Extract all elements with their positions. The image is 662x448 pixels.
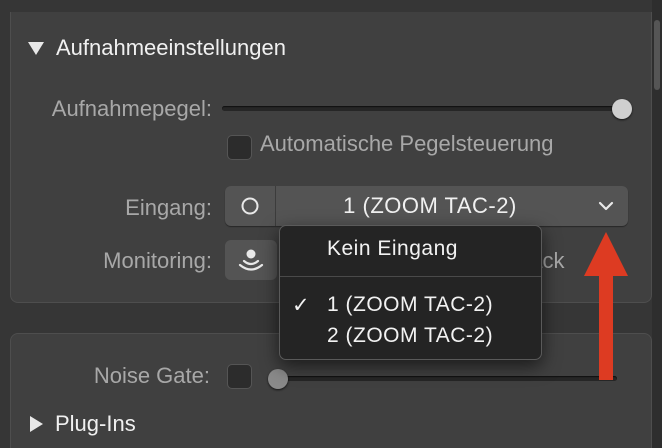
plugins-title: Plug-Ins xyxy=(55,411,136,436)
noise-gate-slider[interactable] xyxy=(272,376,617,381)
monitoring-waves-icon xyxy=(238,249,264,271)
plugins-header[interactable]: Plug-Ins xyxy=(30,411,136,437)
recording-level-slider[interactable] xyxy=(222,106,630,111)
disclosure-triangle-closed-icon[interactable] xyxy=(30,416,43,432)
auto-level-label: Automatische Pegelsteuerung xyxy=(260,131,554,156)
input-channel-icon-segment[interactable] xyxy=(225,186,276,226)
recording-settings-title: Aufnahmeeinstellungen xyxy=(56,35,286,60)
recording-settings-header[interactable]: Aufnahmeeinstellungen xyxy=(28,35,286,61)
auto-level-checkbox[interactable] xyxy=(227,135,252,160)
menu-separator xyxy=(280,276,541,277)
noise-gate-checkbox[interactable] xyxy=(227,364,252,389)
mono-channel-icon xyxy=(241,197,259,215)
menu-item-no-input[interactable]: Kein Eingang xyxy=(327,237,458,261)
noise-gate-label: Noise Gate: xyxy=(93,363,210,388)
scrollbar[interactable] xyxy=(652,0,662,448)
disclosure-triangle-open-icon[interactable] xyxy=(28,41,44,55)
recording-level-slider-knob[interactable] xyxy=(612,99,632,119)
annotation-arrow-shaft xyxy=(599,274,613,380)
input-popup-button[interactable]: 1 (ZOOM TAC-2) xyxy=(225,186,628,226)
monitoring-button[interactable] xyxy=(225,240,277,280)
checkmark-icon: ✓ xyxy=(292,294,310,317)
input-selected-value: 1 (ZOOM TAC-2) xyxy=(343,193,517,218)
recording-settings-window: Aufnahmeeinstellungen Aufnahmepegel: Aut… xyxy=(0,0,662,448)
input-label: Eingang: xyxy=(125,195,212,220)
chevron-down-icon xyxy=(584,201,628,211)
monitoring-label: Monitoring: xyxy=(103,248,212,273)
menu-item-input-1[interactable]: 1 (ZOOM TAC-2) xyxy=(327,293,493,317)
menu-item-input-2[interactable]: 2 (ZOOM TAC-2) xyxy=(327,324,493,348)
recording-level-label: Aufnahmepegel: xyxy=(51,96,212,121)
input-dropdown-menu: Kein Eingang ✓ 1 (ZOOM TAC-2) 2 (ZOOM TA… xyxy=(279,225,542,360)
noise-gate-slider-knob[interactable] xyxy=(268,369,288,389)
annotation-arrow-head xyxy=(584,232,628,276)
